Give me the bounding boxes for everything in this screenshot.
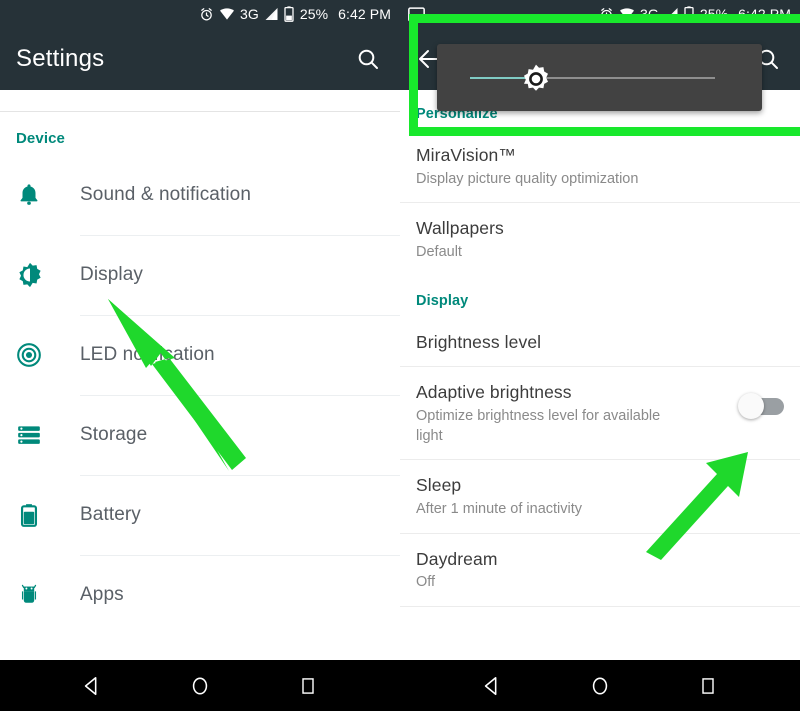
list-item-title: Daydream [416,548,498,569]
list-item-brightness-level[interactable]: Brightness level [400,317,800,368]
battery-icon [284,6,294,22]
status-bar-icons: 3G 25% 6:42 PM [599,6,791,22]
nav-back-button[interactable] [472,666,512,706]
list-item-adaptive-brightness[interactable]: Adaptive brightness Optimize brightness … [400,367,800,461]
status-bar-notification-area [408,6,599,22]
sidebar-item-storage[interactable]: Storage [0,395,400,475]
sidebar-item-sound-notification[interactable]: Sound & notification [0,155,400,235]
sidebar-item-apps[interactable]: Apps [0,555,400,635]
sidebar-item-label: Storage [80,424,148,445]
sidebar-item-label: Battery [80,504,141,525]
list-item-title: Adaptive brightness [416,382,572,403]
status-bar-icons: 3G 25% 6:42 PM [199,6,391,22]
nav-back-triangle-icon [81,675,103,697]
nav-recents-square-icon [698,676,718,696]
list-item-title: MiraVision™ [416,145,516,165]
nav-back-triangle-icon [481,675,503,697]
sidebar-item-led-notification[interactable]: LED notification [0,315,400,395]
nav-home-circle-icon [589,675,611,697]
battery-percent-label: 25% [699,6,729,22]
right-phone-screen: 3G 25% 6:42 PM Personalize MiraVision™ D… [400,0,800,660]
sidebar-item-label: Sound & notification [80,184,252,205]
network-type-label: 3G [639,6,659,22]
battery-icon [684,6,694,22]
brightness-slider-popup[interactable] [437,44,762,111]
clock-label: 6:42 PM [338,6,391,22]
bell-icon [16,182,80,208]
nav-home-circle-icon [189,675,211,697]
android-robot-icon [16,582,80,608]
list-item-texts: Sleep After 1 minute of inactivity [416,474,784,519]
list-item-subtitle: Display picture quality optimization [416,170,639,187]
search-icon [356,47,380,71]
list-item-daydream[interactable]: Daydream Off [400,534,800,608]
sidebar-item-battery[interactable]: Battery [0,475,400,555]
list-item-miravision[interactable]: MiraVision™ Display picture quality opti… [400,130,800,204]
list-item-texts: MiraVision™ Display picture quality opti… [416,144,784,189]
sidebar-item-label: LED notification [80,344,215,365]
alarm-clock-icon [599,7,614,22]
nav-home-button[interactable] [180,666,220,706]
sidebar-item-label: Display [80,264,143,285]
search-button[interactable] [352,43,384,75]
cellular-signal-icon [264,7,279,21]
list-item-texts: Adaptive brightness Optimize brightness … [416,381,738,446]
brightness-icon [16,261,80,289]
page-title: Settings [16,45,105,72]
settings-toolbar: Settings [0,28,400,90]
list-item-subtitle: Optimize brightness level for available … [416,408,661,444]
sidebar-item-label: Apps [80,584,124,605]
battery-icon [16,502,80,528]
device-settings-list: Device Sound & notification Display LED … [0,112,400,635]
list-item-subtitle: After 1 minute of inactivity [416,501,583,517]
alarm-clock-icon [199,7,214,22]
status-bar-right: 3G 25% 6:42 PM [400,0,800,28]
clock-label: 6:42 PM [738,6,791,22]
sidebar-item-display[interactable]: Display [0,235,400,315]
section-header-device: Device [16,130,65,147]
nav-back-button[interactable] [72,666,112,706]
list-item-texts: Brightness level [416,331,784,354]
screenshot-root: 3G 25% 6:42 PM Settings Device Sound & n… [0,0,800,711]
navigation-buttons-left [0,660,400,711]
battery-percent-label: 25% [299,6,329,22]
list-item-wallpapers[interactable]: Wallpapers Default [400,203,800,276]
brightness-slider[interactable] [470,64,715,91]
list-item-title: Wallpapers [416,218,504,239]
adaptive-brightness-toggle[interactable] [738,393,784,420]
cellular-signal-icon [664,7,679,21]
list-item-title: Brightness level [416,331,542,352]
led-target-icon [16,342,80,368]
status-bar-left: 3G 25% 6:42 PM [0,0,400,28]
nav-recents-button[interactable] [288,666,328,706]
network-type-label: 3G [239,6,259,22]
wifi-icon [619,7,635,21]
navigation-buttons-right [400,660,800,711]
tab-strip [0,90,400,112]
toggle-thumb [738,393,764,420]
display-settings-list: Personalize MiraVision™ Display picture … [400,90,800,608]
section-header-display: Display [416,292,469,309]
list-item-texts: Daydream Off [416,548,784,593]
brightness-sun-thumb-icon[interactable] [520,63,552,100]
android-navigation-bar [0,660,800,711]
list-item-title: Sleep [416,475,462,496]
nav-recents-button[interactable] [688,666,728,706]
left-phone-screen: 3G 25% 6:42 PM Settings Device Sound & n… [0,0,400,660]
storage-icon [16,422,80,448]
list-item-texts: Wallpapers Default [416,217,784,262]
wifi-icon [219,7,235,21]
nav-recents-square-icon [298,676,318,696]
list-item-subtitle: Default [416,244,462,261]
nav-home-button[interactable] [580,666,620,706]
list-item-sleep[interactable]: Sleep After 1 minute of inactivity [400,460,800,534]
screenshot-image-icon [408,6,425,22]
list-item-subtitle: Off [416,574,436,591]
